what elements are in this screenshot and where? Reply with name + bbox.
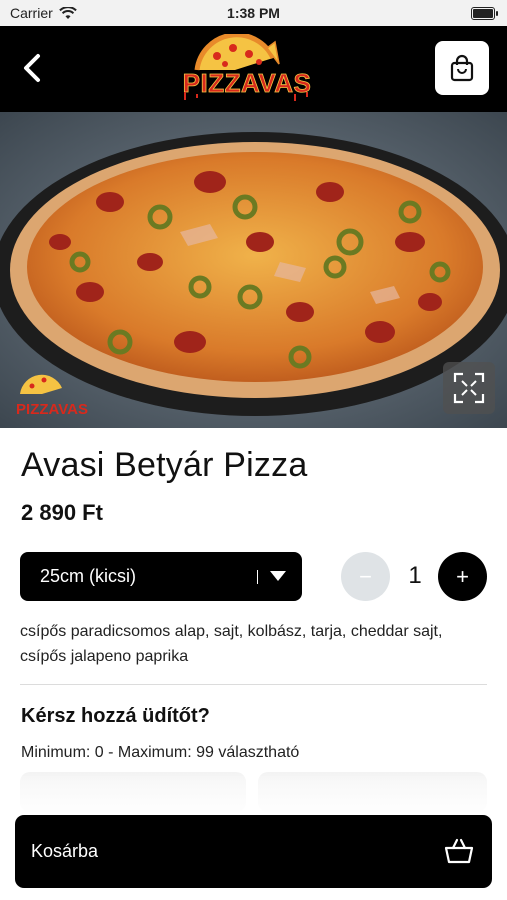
quantity-increase-button[interactable]: + (438, 552, 487, 601)
minus-icon: − (359, 563, 372, 589)
pizzavas-logo: PIZZAVAS (175, 32, 320, 106)
add-to-cart-button[interactable]: Kosárba (15, 815, 492, 888)
battery-icon (471, 7, 498, 20)
chevron-left-icon (24, 54, 40, 82)
status-time: 1:38 PM (227, 5, 280, 21)
add-to-cart-label: Kosárba (31, 841, 99, 861)
size-dropdown-value: 25cm (kicsi) (40, 566, 137, 586)
product-description: csípős paradicsomos alap, sajt, kolbász,… (20, 623, 443, 665)
logo-text: PIZZAVAS (183, 68, 312, 98)
cart-button[interactable] (435, 41, 489, 95)
quantity-decrease-button[interactable]: − (341, 552, 390, 601)
watermark-text: PIZZAVAS (16, 401, 88, 418)
product-title: Avasi Betyár Pizza (21, 446, 308, 484)
product-price: 2 890 Ft (21, 500, 103, 525)
app-header: PIZZAVAS (0, 26, 507, 112)
back-button[interactable] (14, 48, 54, 88)
basket-icon (444, 838, 474, 864)
status-bar: Carrier 1:38 PM (0, 0, 507, 26)
divider (20, 684, 487, 685)
plus-icon: + (456, 563, 469, 589)
quantity-value: 1 (408, 562, 422, 589)
fullscreen-button[interactable] (443, 362, 495, 414)
expand-icon (453, 372, 485, 404)
dropdown-separator (256, 570, 258, 584)
shopping-bag-icon (450, 54, 474, 82)
extras-title: Kérsz hozzá üdítőt? (21, 705, 210, 727)
size-dropdown[interactable]: 25cm (kicsi) (20, 552, 302, 601)
product-image: PIZZAVAS (0, 112, 507, 428)
extras-subtitle: Minimum: 0 - Maximum: 99 választható (21, 744, 300, 761)
pizza-illustration: PIZZAVAS (0, 112, 507, 428)
chevron-down-icon (270, 571, 286, 581)
